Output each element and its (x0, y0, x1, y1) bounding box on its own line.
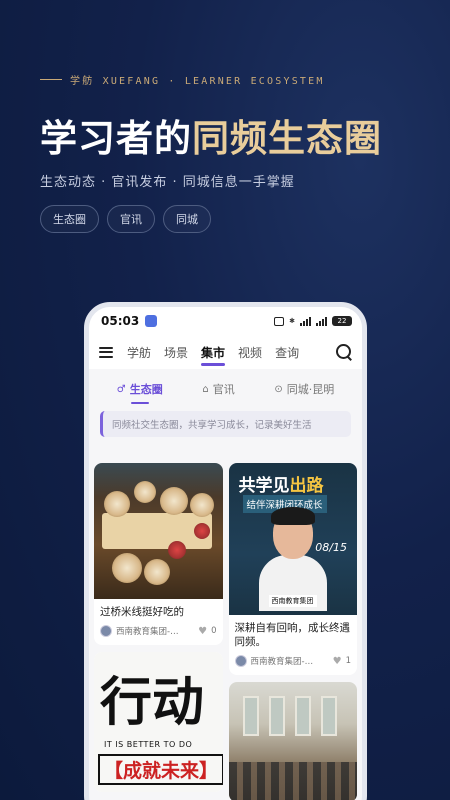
kicker-text: 学舫 XUEFANG · LEARNER ECOSYSTEM (70, 76, 325, 87)
calligraphy-english: IT IS BETTER TO DO (104, 740, 193, 750)
post-caption: 过桥米线挺好吃的 (100, 606, 184, 618)
avatar[interactable] (234, 655, 247, 668)
signal-2-icon (316, 316, 327, 326)
tab-local[interactable]: ⊙ 同城·昆明 (274, 381, 334, 397)
sub-tabs: ♂ 生态圈 ⌂ 官讯 ⊙ 同城·昆明 (89, 369, 362, 409)
nav-query[interactable]: 查询 (275, 344, 299, 361)
post-card[interactable]: 过桥米线挺好吃的 西南教育集团-… ♥ 0 (94, 463, 223, 646)
battery-icon: 22 (332, 316, 352, 326)
nav-scene[interactable]: 场景 (164, 344, 188, 361)
post-image-classroom (228, 682, 357, 800)
signal-icon (300, 316, 311, 326)
tab-official[interactable]: ⌂ 官讯 (202, 381, 234, 397)
feed-column-left: 过桥米线挺好吃的 西南教育集团-… ♥ 0 行动 IT IS BETTER TO… (94, 463, 223, 800)
heart-icon[interactable]: ♥ (333, 656, 342, 667)
poster-person (258, 507, 327, 611)
post-image-food (94, 463, 223, 599)
tab-official-label: 官讯 (212, 383, 235, 396)
post-meta: 西南教育集团-… ♥ 1 (229, 653, 358, 675)
post-card[interactable] (228, 682, 357, 800)
hero-chips: 生态圈 官讯 同城 (40, 205, 211, 233)
post-card[interactable]: 行动 IT IS BETTER TO DO 【成就未来】 (94, 652, 223, 793)
kicker-line (40, 79, 62, 80)
poster-brand: 西南教育集团 (268, 595, 317, 607)
nfc-icon (274, 316, 285, 326)
like-count: 0 (211, 626, 217, 637)
calligraphy-bottom: 【成就未来】 (98, 754, 223, 786)
post-image-calligraphy: 行动 IT IS BETTER TO DO 【成就未来】 (94, 652, 223, 793)
chip-local: 同城 (163, 205, 211, 233)
nav-video[interactable]: 视频 (238, 344, 262, 361)
nav-market[interactable]: 集市 (201, 344, 226, 366)
hero-kicker: 学舫 XUEFANG · LEARNER ECOSYSTEM (40, 72, 325, 87)
headline-gold: 同频生态圈 (192, 117, 382, 160)
post-image-poster: 共学见出路 结伴深耕闭环成长 08/15 西南教育集团 (228, 463, 357, 615)
building-icon: ⌂ (202, 383, 209, 395)
like-count: 1 (345, 656, 351, 667)
post-caption: 深耕自有回响，成长终遇同频。 (234, 622, 351, 649)
menu-icon[interactable] (99, 346, 113, 358)
hero-subline: 生态动态 · 官讯发布 · 同城信息一手掌握 (40, 175, 295, 190)
poster-date: 08/15 (315, 541, 347, 554)
notice-banner: 同频社交生态圈，共享学习成长，记录美好生活 (100, 411, 351, 437)
chip-official: 官讯 (107, 205, 155, 233)
chip-ecosystem: 生态圈 (40, 205, 99, 233)
hero-headline: 学习者的同频生态圈 (40, 108, 382, 162)
location-pin-icon: ⊙ (274, 383, 283, 395)
feed-column-right: 共学见出路 结伴深耕闭环成长 08/15 西南教育集团 深耕自有回响，成长终遇同… (228, 463, 358, 800)
post-meta: 西南教育集团-… ♥ 0 (94, 623, 223, 645)
avatar[interactable] (100, 625, 112, 638)
post-card[interactable]: 共学见出路 结伴深耕闭环成长 08/15 西南教育集团 深耕自有回响，成长终遇同… (228, 463, 358, 676)
status-bar: 05:03 ✱ 22 (89, 307, 362, 335)
tab-ecosystem[interactable]: ♂ 生态圈 (116, 381, 163, 404)
bluetooth-icon: ✱ (289, 317, 295, 325)
feed-grid: 过桥米线挺好吃的 西南教育集团-… ♥ 0 行动 IT IS BETTER TO… (94, 463, 357, 800)
post-author: 西南教育集团-… (116, 627, 179, 638)
status-time: 05:03 (101, 314, 140, 328)
app-notification-icon (145, 315, 158, 327)
tab-local-label: 同城·昆明 (286, 383, 335, 396)
headline-white: 学习者的 (40, 117, 192, 160)
top-nav: 学舫 场景 集市 视频 查询 (89, 335, 362, 369)
heart-icon[interactable]: ♥ (198, 626, 207, 637)
phone-mockup: 05:03 ✱ 22 学舫 场景 集市 视频 查询 ♂ 生态圈 ⌂ 官讯 ⊙ 同… (84, 302, 367, 800)
calligraphy-big-text: 行动 (100, 672, 205, 734)
search-icon[interactable] (336, 344, 352, 360)
tab-ecosystem-label: 生态圈 (129, 383, 163, 396)
nav-xuefang[interactable]: 学舫 (127, 344, 151, 361)
post-author: 西南教育集团-… (250, 657, 314, 668)
gender-icon: ♂ (116, 383, 126, 395)
poster-title: 共学见出路 (238, 476, 324, 496)
